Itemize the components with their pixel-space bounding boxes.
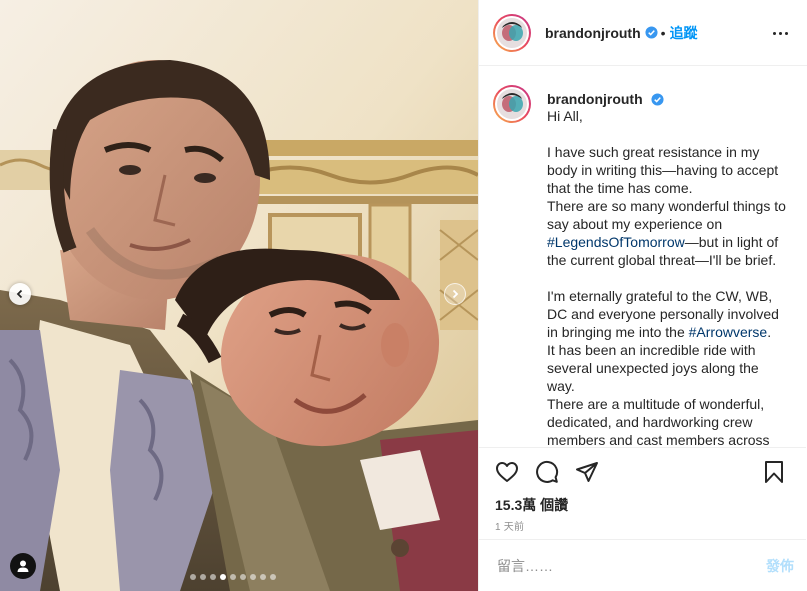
chevron-right-icon (452, 289, 459, 299)
carousel-dot (200, 574, 206, 580)
carousel-dot (270, 574, 276, 580)
like-count[interactable]: 15.3萬 個讚 (479, 496, 806, 518)
save-button[interactable] (760, 458, 788, 486)
chevron-left-icon (16, 289, 23, 299)
caption-line: There are a multitude of wonderful, dedi… (547, 396, 770, 447)
comment-button[interactable] (533, 458, 561, 486)
bookmark-icon (765, 461, 783, 483)
follow-button[interactable]: 追蹤 (670, 23, 698, 43)
carousel-dot (230, 574, 236, 580)
carousel-dot (210, 574, 216, 580)
hashtag-link[interactable]: #Arrowverse (689, 324, 768, 340)
caption-line: I have such great resistance in my body … (547, 144, 779, 196)
comment-form: 發佈 (479, 539, 806, 591)
post-timestamp[interactable]: 1 天前 (479, 518, 806, 533)
caption-line: There are so many wonderful things to sa… (547, 198, 786, 268)
caption-avatar[interactable] (493, 85, 531, 123)
avatar-image (497, 17, 527, 48)
previous-slide-button[interactable] (9, 283, 31, 305)
header-username[interactable]: brandonjrouth (545, 25, 641, 41)
carousel-dot (240, 574, 246, 580)
separator-dot: • (660, 24, 666, 41)
post-photo (0, 0, 478, 591)
caption-area[interactable]: brandonjrouth Hi All, I have such great … (479, 67, 806, 447)
caption-line: It has been an incredible ride with seve… (547, 342, 759, 394)
post-details-panel: brandonjrouth • 追蹤 brandonjrouth Hi All,… (478, 0, 807, 591)
post-comment-button[interactable]: 發佈 (766, 556, 794, 576)
next-slide-button[interactable] (444, 283, 466, 305)
verified-badge-icon (651, 93, 664, 106)
user-tag-icon (17, 560, 29, 572)
paper-plane-icon (576, 462, 598, 482)
share-button[interactable] (573, 458, 601, 486)
comment-icon (536, 460, 559, 483)
carousel-dot (190, 574, 196, 580)
tagged-users-button[interactable] (10, 553, 36, 579)
avatar[interactable] (493, 13, 531, 52)
carousel-indicator (190, 574, 276, 580)
caption-line: Hi All, (547, 108, 583, 124)
carousel-dot (250, 574, 256, 580)
caption-text: Hi All, I have such great resistance in … (547, 107, 790, 447)
like-button[interactable] (493, 458, 521, 486)
avatar-image (497, 89, 527, 119)
carousel-dot (220, 574, 226, 580)
instagram-post: brandonjrouth • 追蹤 brandonjrouth Hi All,… (0, 0, 807, 591)
caption-line: I'm eternally grateful to the CW, WB, DC… (547, 288, 779, 340)
hashtag-link[interactable]: #LegendsOfTomorrow (547, 234, 685, 250)
comment-input[interactable] (495, 556, 766, 575)
caption-username[interactable]: brandonjrouth (547, 91, 790, 107)
verified-badge-icon (645, 26, 658, 39)
post-media[interactable] (0, 0, 478, 591)
carousel-dot (260, 574, 266, 580)
post-header: brandonjrouth • 追蹤 (479, 0, 807, 66)
actions-bar: 15.3萬 個讚 1 天前 (479, 447, 806, 533)
more-options-icon[interactable] (773, 24, 793, 42)
heart-icon (496, 462, 518, 482)
